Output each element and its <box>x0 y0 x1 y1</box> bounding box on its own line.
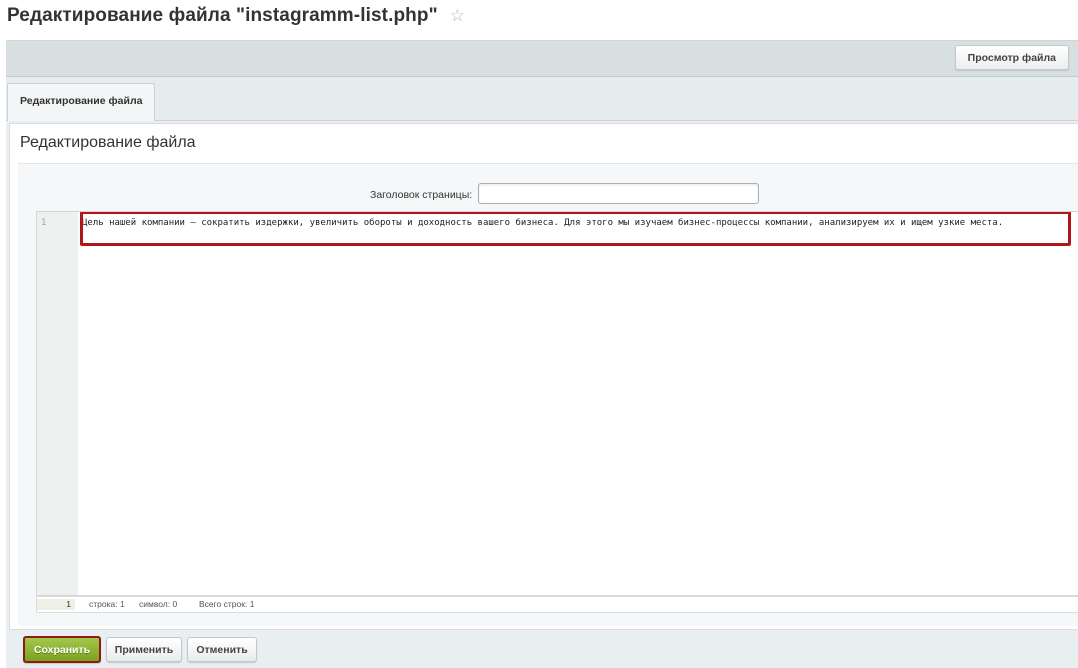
page-title-input[interactable] <box>478 183 759 204</box>
content-area: Редактирование файла Заголовок страницы:… <box>6 121 1078 668</box>
status-current-line: 1 <box>37 599 75 610</box>
editor-status-bar: 1 строка: 1 символ: 0 Всего строк: 1 <box>36 596 1078 613</box>
top-toolbar: Просмотр файла <box>6 40 1078 77</box>
highlight-annotation-box <box>80 212 1071 246</box>
cancel-button[interactable]: Отменить <box>187 637 257 662</box>
status-char: символ: 0 <box>139 599 178 609</box>
section-title: Редактирование файла <box>20 134 196 151</box>
code-editor[interactable]: 1 Цель нашей компании — сократить издерж… <box>36 211 1078 596</box>
status-total-lines: Всего строк: 1 <box>199 599 255 609</box>
page-title-field-label: Заголовок страницы: <box>370 189 473 201</box>
page-title-text: Редактирование файла "instagramm-list.ph… <box>7 5 438 26</box>
line-number: 1 <box>41 218 47 228</box>
star-icon[interactable]: ☆ <box>450 6 465 26</box>
page-title: Редактирование файла "instagramm-list.ph… <box>7 5 465 27</box>
edit-panel: Редактирование файла Заголовок страницы:… <box>9 123 1078 630</box>
apply-button[interactable]: Применить <box>106 637 182 662</box>
line-number-gutter: 1 <box>37 212 78 595</box>
tab-bar: Редактирование файла <box>6 77 1078 122</box>
status-line: строка: 1 <box>89 599 125 609</box>
tab-edit-file[interactable]: Редактирование файла <box>7 83 156 122</box>
save-button[interactable]: Сохранить <box>23 636 101 663</box>
form-area: Заголовок страницы: 1 Цель нашей компани… <box>18 163 1078 626</box>
view-file-button[interactable]: Просмотр файла <box>954 45 1069 70</box>
